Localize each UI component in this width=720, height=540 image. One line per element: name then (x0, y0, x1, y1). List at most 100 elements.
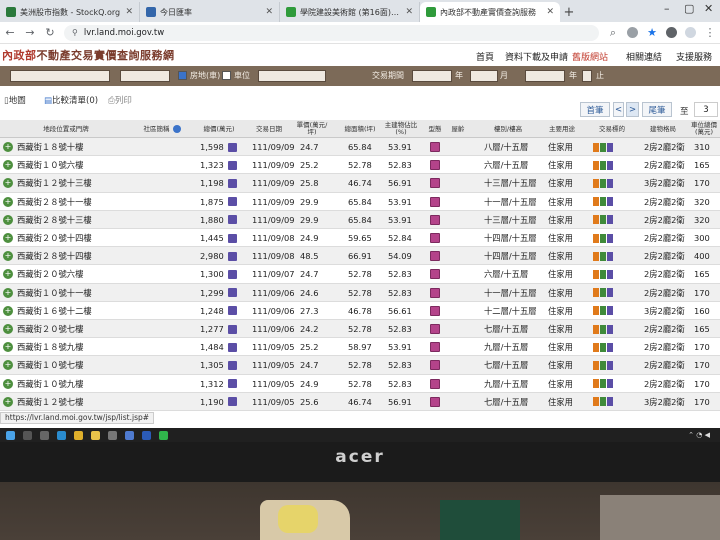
table-row[interactable]: + 西藏街１０號七樓 1,305 111/09/05 24.7 52.78 52.83 七層/… (0, 356, 720, 375)
next-page-button[interactable]: > (626, 102, 639, 117)
table-row[interactable]: + 西藏街２０號七樓 1,277 111/09/06 24.2 52.78 52.83 七層/… (0, 320, 720, 339)
cell-address[interactable]: 西藏街２８號十一樓 (17, 193, 92, 211)
cell-address[interactable]: 西藏街１０號六樓 (17, 156, 83, 174)
browser-tab[interactable]: 美洲股市指數 - StockQ.org ✕ (0, 2, 140, 22)
building-type-icon[interactable] (430, 305, 440, 316)
house-with-parking-checkbox[interactable] (178, 71, 187, 80)
price-detail-icon[interactable] (227, 178, 237, 188)
new-tab-button[interactable]: + (560, 2, 578, 22)
windows-start-icon[interactable] (6, 430, 15, 440)
cell-address[interactable]: 西藏街２０號七樓 (17, 320, 83, 338)
table-row[interactable]: + 西藏街２８號十四樓 2,980 111/09/08 48.5 66.91 54.09 十四… (0, 247, 720, 266)
price-detail-icon[interactable] (227, 215, 237, 225)
line-icon[interactable] (159, 430, 168, 440)
cell-address[interactable]: 西藏街１８號九樓 (17, 338, 83, 356)
cell-address[interactable]: 西藏街２０號十四樓 (17, 229, 92, 247)
price-detail-icon[interactable] (227, 324, 237, 334)
building-type-icon[interactable] (430, 269, 440, 280)
add-to-compare-icon[interactable]: + (3, 396, 13, 407)
add-to-compare-icon[interactable]: + (3, 342, 13, 353)
building-type-icon[interactable] (430, 196, 440, 207)
compare-list-button[interactable]: ▤比較清單(0) (44, 94, 98, 106)
search-taskbar-icon[interactable] (23, 430, 32, 440)
district-select[interactable] (120, 70, 170, 82)
price-detail-icon[interactable] (227, 269, 237, 279)
end-year-input[interactable] (525, 70, 565, 82)
window-close-icon[interactable]: ✕ (704, 2, 713, 15)
info-icon[interactable] (172, 125, 181, 133)
minimize-icon[interactable]: – (664, 2, 670, 15)
table-row[interactable]: + 西藏街１６號十二樓 1,248 111/09/06 27.3 46.78 56.61 十二… (0, 301, 720, 320)
add-to-compare-icon[interactable]: + (3, 305, 13, 316)
page-jump-input[interactable]: 3 (694, 102, 718, 117)
start-month-input[interactable] (470, 70, 498, 82)
table-row[interactable]: + 西藏街１８號十樓 1,598 111/09/09 24.7 65.84 53.91 八層/… (0, 138, 720, 157)
browser-tab[interactable]: 內政部不動產實價查詢服務 ✕ (420, 2, 560, 22)
tray-arrow-icon[interactable]: ⌃ (688, 431, 694, 439)
price-detail-icon[interactable] (227, 160, 237, 170)
price-detail-icon[interactable] (227, 306, 237, 316)
price-detail-icon[interactable] (227, 251, 237, 261)
cell-address[interactable]: 西藏街１８號十樓 (17, 138, 83, 156)
forward-icon[interactable]: → (24, 26, 36, 39)
building-type-icon[interactable] (430, 324, 440, 334)
col-main-ratio[interactable]: 主建物佔比(%) (380, 120, 422, 138)
cell-address[interactable]: 西藏街２８號十三樓 (17, 211, 92, 229)
cell-address[interactable]: 西藏街１０號十一樓 (17, 284, 92, 302)
price-detail-icon[interactable] (227, 197, 237, 207)
chrome-icon[interactable] (74, 430, 83, 440)
back-icon[interactable]: ← (4, 26, 16, 39)
add-to-compare-icon[interactable]: + (3, 196, 13, 207)
add-to-compare-icon[interactable]: + (3, 160, 13, 171)
nav-old-site[interactable]: 舊版網站 (572, 50, 608, 63)
table-row[interactable]: + 西藏街１２號十三樓 1,198 111/09/09 25.8 46.74 56.91 十三… (0, 174, 720, 193)
last-page-button[interactable]: 尾筆 (642, 102, 672, 117)
maximize-icon[interactable]: ▢ (684, 2, 694, 15)
building-type-icon[interactable] (430, 251, 440, 262)
cell-address[interactable]: 西藏街１０號九樓 (17, 375, 83, 393)
building-type-icon[interactable] (430, 378, 440, 389)
add-to-compare-icon[interactable]: + (3, 214, 13, 225)
price-detail-icon[interactable] (227, 233, 237, 243)
table-row[interactable]: + 西藏街１０號六樓 1,323 111/09/09 25.2 52.78 52.83 六層/… (0, 156, 720, 175)
network-icon[interactable]: ◔ (696, 431, 702, 439)
parking-checkbox[interactable] (222, 71, 231, 80)
first-page-button[interactable]: 首筆 (580, 102, 610, 117)
col-community[interactable]: 社區簡稱 (132, 120, 192, 138)
price-detail-icon[interactable] (227, 397, 237, 407)
col-target[interactable]: 交易標的 (590, 120, 634, 138)
col-unit-price[interactable]: 單價(萬元/坪) (296, 120, 328, 138)
table-row[interactable]: + 西藏街１０號十一樓 1,299 111/09/06 24.6 52.78 52.83 十一… (0, 283, 720, 302)
col-age[interactable]: 屋齡 (448, 120, 468, 138)
col-trade-date[interactable]: 交易日期 (244, 120, 294, 138)
tab-close-icon[interactable]: ✕ (405, 7, 413, 17)
add-to-compare-icon[interactable]: + (3, 287, 13, 298)
add-to-compare-icon[interactable]: + (3, 233, 13, 243)
add-to-compare-icon[interactable]: + (3, 178, 13, 189)
cell-address[interactable]: 西藏街２８號十四樓 (17, 247, 92, 265)
building-type-icon[interactable] (430, 342, 440, 353)
taskview-icon[interactable] (40, 430, 49, 440)
bookmark-star-icon[interactable]: ★ (646, 26, 658, 39)
reload-icon[interactable]: ↻ (44, 26, 56, 39)
edge-icon[interactable] (57, 430, 66, 440)
files-icon[interactable] (91, 430, 100, 440)
building-type-icon[interactable] (430, 160, 440, 171)
nav-support[interactable]: 支援服務 (676, 50, 712, 63)
price-detail-icon[interactable] (227, 360, 237, 370)
cell-address[interactable]: 西藏街１０號七樓 (17, 356, 83, 374)
nav-related-links[interactable]: 相關連結 (626, 50, 662, 63)
building-type-icon[interactable] (430, 214, 440, 225)
end-month-input[interactable] (582, 70, 592, 82)
building-type-icon[interactable] (430, 142, 440, 152)
url-field[interactable]: ⚲ lvr.land.moi.gov.tw (64, 24, 599, 41)
table-row[interactable]: + 西藏街２０號六樓 1,300 111/09/07 24.7 52.78 52.83 六層/… (0, 265, 720, 284)
col-parking-price[interactable]: 車位總價(萬元) (690, 120, 718, 138)
add-to-compare-icon[interactable]: + (3, 378, 13, 389)
add-to-compare-icon[interactable]: + (3, 142, 13, 152)
col-layout[interactable]: 建物格局 (640, 120, 686, 138)
table-row[interactable]: + 西藏街２８號十一樓 1,875 111/09/09 29.9 65.84 53.91 十一… (0, 192, 720, 211)
tab-close-icon[interactable]: ✕ (265, 7, 273, 17)
extension-icon[interactable] (627, 27, 638, 38)
browser-tab[interactable]: 學院建設美術館 (第16面) - Mob ✕ (280, 2, 420, 22)
